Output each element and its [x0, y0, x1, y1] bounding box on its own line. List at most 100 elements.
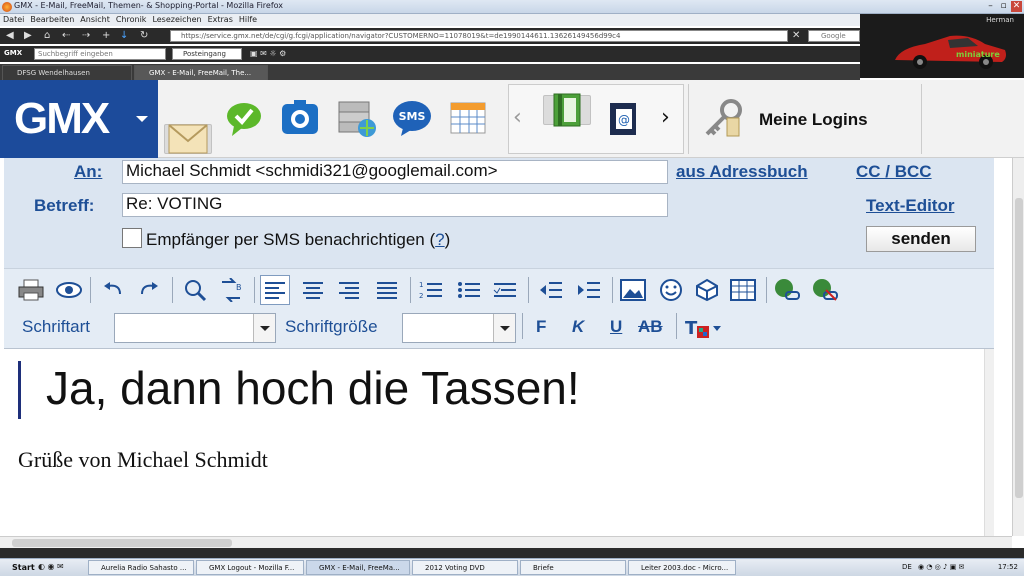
home-icon[interactable]: ⌂: [44, 30, 50, 42]
align-center-icon[interactable]: [298, 275, 328, 305]
underline-button[interactable]: U: [610, 317, 622, 337]
reload-icon[interactable]: ↻: [140, 30, 148, 42]
meine-logins[interactable]: Meine Logins: [688, 84, 922, 154]
menu-hilfe[interactable]: Hilfe: [236, 14, 260, 26]
smiley-icon[interactable]: [656, 275, 686, 305]
italic-button[interactable]: K: [572, 317, 584, 337]
gmx-mini-logo[interactable]: GMX: [4, 49, 22, 57]
checklist-icon[interactable]: [490, 275, 520, 305]
insert-link-icon[interactable]: [772, 275, 802, 305]
to-label[interactable]: An:: [74, 162, 102, 182]
align-left-icon[interactable]: [260, 275, 290, 305]
photo-icon[interactable]: [276, 94, 324, 142]
scroll-thumb[interactable]: [12, 539, 232, 547]
special-chars-icon[interactable]: [692, 275, 722, 305]
addressbook-link[interactable]: aus Adressbuch: [676, 162, 808, 182]
remove-link-icon[interactable]: [810, 275, 840, 305]
menu-ansicht[interactable]: Ansicht: [77, 14, 113, 26]
redo-icon[interactable]: [134, 275, 164, 305]
message-editor[interactable]: Ja, dann hoch die Tassen! Grüße von Mich…: [4, 348, 994, 537]
bold-button[interactable]: F: [536, 317, 546, 337]
subject-field[interactable]: Re: VOTING: [122, 193, 668, 217]
addressbook-icon[interactable]: [543, 93, 591, 127]
contacts-icon[interactable]: @: [599, 95, 647, 143]
download-icon[interactable]: ↓: [120, 30, 128, 42]
to-field[interactable]: Michael Schmidt <schmidi321@googlemail.c…: [122, 160, 668, 184]
sms-icon[interactable]: SMS: [388, 94, 436, 142]
justify-icon[interactable]: [372, 275, 402, 305]
taskbar-item[interactable]: 2012 Voting DVD: [412, 560, 518, 575]
numbered-list-icon[interactable]: 12: [416, 275, 446, 305]
mail-icon[interactable]: [164, 124, 212, 154]
system-tray: DE ◉ ◔ ◎ ♪ ▣ ✉ 17:52: [884, 560, 1024, 575]
page-horizontal-scrollbar[interactable]: [0, 536, 1012, 548]
close-window-button[interactable]: ✕: [1011, 1, 1022, 12]
sms-help-link[interactable]: ?: [435, 230, 444, 249]
chevron-down-icon[interactable]: [253, 314, 275, 342]
tray-icons[interactable]: ◉ ◔ ◎ ♪ ▣ ✉: [918, 560, 964, 574]
taskbar-item[interactable]: GMX - E-Mail, FreeMa...: [306, 560, 410, 575]
posteingang-button[interactable]: Posteingang: [172, 48, 242, 60]
gmx-header: GMX SMS ‹ @ › Meine Logins: [0, 80, 1024, 158]
bullet-list-icon[interactable]: [454, 275, 484, 305]
text-color-icon[interactable]: T: [684, 313, 726, 343]
taskbar-item[interactable]: Briefe: [520, 560, 626, 575]
stop-icon[interactable]: ✕: [792, 30, 800, 42]
calendar-icon[interactable]: [444, 94, 492, 142]
page-vertical-scrollbar[interactable]: [1012, 158, 1024, 536]
cc-bcc-link[interactable]: CC / BCC: [856, 162, 932, 182]
taskbar-item[interactable]: Aurelia Radio Sahasto ...: [88, 560, 194, 575]
font-size-select[interactable]: [402, 313, 516, 343]
strikethrough-button[interactable]: AB: [638, 317, 663, 337]
web-search-input[interactable]: Suchbegriff eingeben: [34, 48, 166, 60]
tab-dfsg[interactable]: DFSG Wendelhausen: [2, 65, 132, 80]
outdent-icon[interactable]: [536, 275, 566, 305]
search-engine-box[interactable]: Google: [808, 30, 860, 42]
maximize-button[interactable]: ▫: [998, 1, 1009, 12]
chevron-down-icon[interactable]: [136, 116, 148, 122]
quicklaunch-icons[interactable]: ◐ ◉ ✉: [38, 562, 64, 571]
toolbar-extra-icons[interactable]: ▣ ✉ ☼ ⚙: [250, 49, 286, 58]
editor-scrollbar[interactable]: [984, 349, 994, 537]
align-right-icon[interactable]: [334, 275, 364, 305]
gmx-logo[interactable]: GMX: [0, 80, 158, 158]
language-indicator[interactable]: DE: [902, 560, 912, 574]
chevron-right-icon[interactable]: ›: [661, 105, 670, 130]
back-icon[interactable]: ◀: [6, 30, 14, 42]
menu-datei[interactable]: Datei: [0, 14, 27, 26]
indent-icon[interactable]: [574, 275, 604, 305]
print-icon[interactable]: [16, 275, 46, 305]
preview-icon[interactable]: [54, 275, 84, 305]
menu-extras[interactable]: Extras: [205, 14, 236, 26]
history-forward-icon[interactable]: ⇢: [82, 30, 90, 42]
sms-notify-label: Empfänger per SMS benachrichtigen (?): [146, 230, 450, 250]
taskbar-item[interactable]: Leiter 2003.doc - Micro...: [628, 560, 736, 575]
send-button[interactable]: senden: [866, 226, 976, 252]
insert-image-icon[interactable]: [618, 275, 648, 305]
chevron-left-icon[interactable]: ‹: [513, 105, 522, 130]
table-icon[interactable]: [728, 275, 758, 305]
text-editor-link[interactable]: Text-Editor: [866, 196, 954, 216]
tab-gmx[interactable]: GMX - E-Mail, FreeMail, The...: [134, 65, 268, 80]
addon-toolbar: GMX Suchbegriff eingeben Posteingang ▣ ✉…: [0, 46, 860, 62]
history-back-icon[interactable]: ⇠: [62, 30, 70, 42]
scroll-thumb[interactable]: [1015, 198, 1023, 498]
url-bar[interactable]: https://service.gmx.net/de/cgi/g.fcgi/ap…: [170, 30, 788, 42]
chevron-down-icon[interactable]: [493, 314, 515, 342]
forward-icon[interactable]: ▶: [24, 30, 32, 42]
taskbar-item[interactable]: GMX Logout - Mozilla F...: [196, 560, 304, 575]
menu-bearbeiten[interactable]: Bearbeiten: [27, 14, 77, 26]
menu-lesezeichen[interactable]: Lesezeichen: [149, 14, 204, 26]
undo-icon[interactable]: [98, 275, 128, 305]
menu-chronik[interactable]: Chronik: [113, 14, 150, 26]
message-heading: Ja, dann hoch die Tassen!: [46, 362, 580, 414]
start-button[interactable]: Start: [2, 560, 35, 575]
add-icon[interactable]: +: [102, 30, 110, 42]
find-icon[interactable]: [180, 275, 210, 305]
replace-icon[interactable]: B: [216, 275, 246, 305]
minimize-button[interactable]: –: [985, 1, 996, 12]
storage-icon[interactable]: [332, 94, 380, 142]
chat-icon[interactable]: [220, 94, 268, 142]
font-select[interactable]: [114, 313, 276, 343]
sms-notify-checkbox[interactable]: [122, 228, 142, 248]
